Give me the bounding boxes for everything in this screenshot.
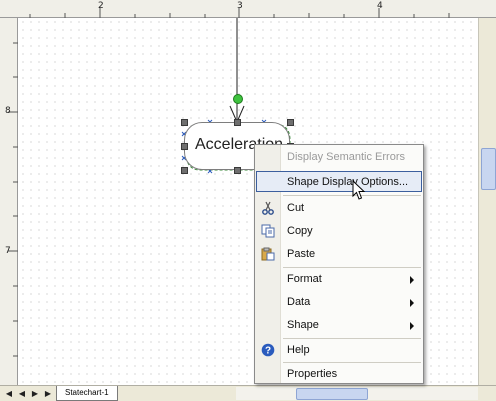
menu-item-cut[interactable]: Cut: [256, 198, 422, 219]
next-page-icon[interactable]: ▶: [30, 388, 40, 399]
rotation-handle[interactable]: [233, 94, 243, 104]
scroll-thumb[interactable]: [481, 148, 496, 190]
help-icon: ?: [261, 343, 275, 357]
menu-item-label: Shape: [287, 319, 319, 331]
submenu-arrow-icon: [410, 299, 414, 307]
submenu-arrow-icon: [410, 322, 414, 330]
menu-item-label: Shape Display Options...: [287, 176, 409, 188]
selection-handle[interactable]: [234, 167, 241, 174]
menu-item-label: Copy: [287, 225, 313, 237]
selection-handle[interactable]: [181, 143, 188, 150]
selection-handle[interactable]: [287, 119, 294, 126]
menu-item-label: Display Semantic Errors: [287, 151, 405, 163]
menu-item-paste[interactable]: Paste: [256, 244, 422, 265]
menu-item-copy[interactable]: Copy: [256, 221, 422, 242]
scissors-icon: [262, 201, 274, 215]
menu-item-display-semantic-errors[interactable]: Display Semantic Errors: [256, 147, 422, 168]
ruler-number: 2: [98, 1, 104, 11]
menu-item-shape-display-options[interactable]: Shape Display Options...: [256, 171, 422, 192]
ruler-number: 4: [377, 1, 383, 11]
previous-page-icon[interactable]: ◀: [17, 388, 27, 399]
menu-item-data[interactable]: Data: [256, 292, 422, 313]
scroll-thumb[interactable]: [296, 388, 368, 400]
vertical-ruler: 8 7: [0, 18, 18, 385]
page-tab[interactable]: Statechart-1: [56, 386, 118, 401]
ruler-number: 8: [5, 106, 11, 116]
horizontal-ruler: 2 3 4: [0, 0, 496, 18]
ruler-ticks: [8, 42, 18, 357]
menu-item-label: Help: [287, 344, 310, 356]
menu-item-label: Properties: [287, 368, 338, 380]
menu-separator: [283, 338, 421, 339]
mouse-pointer-icon: [352, 180, 366, 200]
menu-item-format[interactable]: Format: [256, 269, 422, 290]
menu-item-label: Cut: [287, 202, 305, 214]
menu-separator: [283, 362, 421, 363]
last-page-icon[interactable]: ▶: [43, 388, 53, 399]
context-menu: Display Semantic Errors Shape Display Op…: [254, 144, 424, 384]
selection-handle[interactable]: [181, 119, 188, 126]
menu-item-label: Data: [287, 296, 311, 308]
menu-item-help[interactable]: ? Help: [256, 340, 422, 361]
horizontal-scrollbar[interactable]: [236, 387, 478, 400]
selection-handle[interactable]: [234, 119, 241, 126]
paste-icon: [261, 247, 275, 261]
menu-item-properties[interactable]: Properties: [256, 364, 422, 385]
vertical-scrollbar[interactable]: [478, 18, 496, 385]
selection-handle[interactable]: [181, 167, 188, 174]
menu-item-shape[interactable]: Shape: [256, 315, 422, 336]
ruler-number: 3: [237, 1, 243, 11]
copy-icon: [261, 224, 275, 238]
submenu-arrow-icon: [410, 276, 414, 284]
svg-text:?: ?: [265, 346, 271, 357]
menu-separator: [283, 267, 421, 268]
ruler-number: 7: [5, 246, 11, 256]
menu-item-label: Format: [287, 273, 322, 285]
ruler-ticks: [29, 8, 450, 18]
page-tab-bar: ◀ ◀ ▶ ▶ Statechart-1: [0, 385, 496, 401]
first-page-icon[interactable]: ◀: [4, 388, 14, 399]
menu-item-label: Paste: [287, 248, 316, 260]
